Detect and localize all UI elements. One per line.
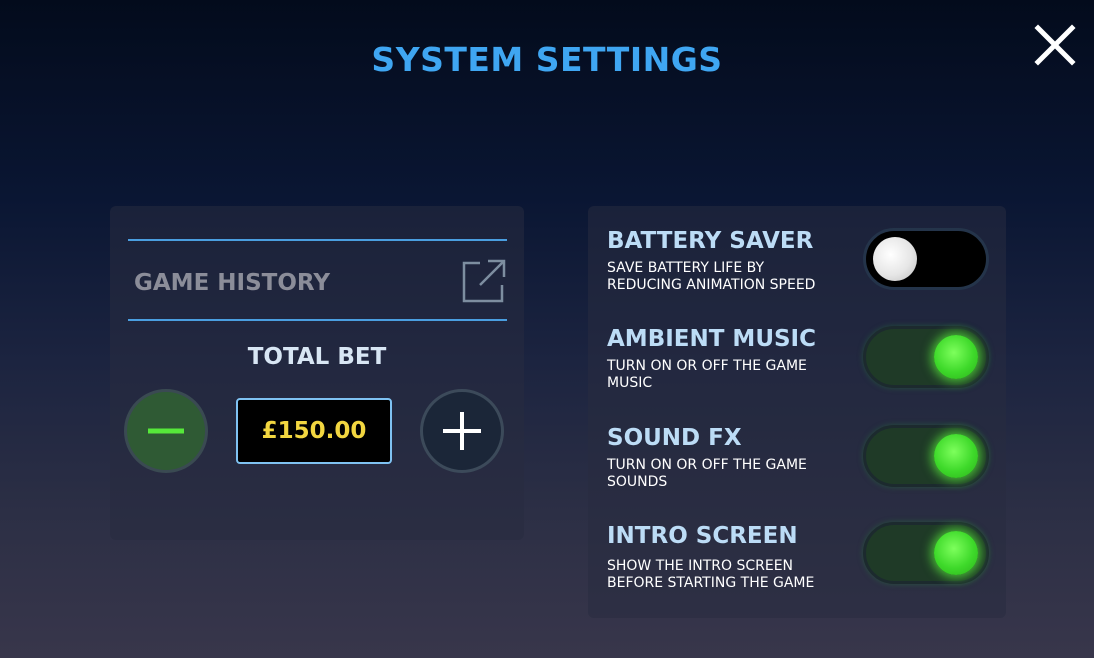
- intro-screen-toggle[interactable]: [863, 522, 989, 584]
- external-link-icon: [462, 259, 506, 303]
- battery-saver-title: BATTERY SAVER: [607, 228, 814, 254]
- game-history-label: GAME HISTORY: [134, 270, 331, 296]
- toggle-knob: [873, 237, 917, 281]
- toggle-knob: [934, 335, 978, 379]
- toggle-knob: [934, 434, 978, 478]
- total-bet-label: TOTAL BET: [247, 344, 387, 370]
- close-button[interactable]: [1028, 18, 1082, 72]
- close-icon: [1034, 24, 1076, 66]
- toggle-knob: [934, 531, 978, 575]
- sound-fx-description: TURN ON OR OFF THE GAME SOUNDS: [607, 457, 807, 490]
- ambient-music-description: TURN ON OR OFF THE GAME MUSIC: [607, 358, 807, 391]
- battery-saver-description: SAVE BATTERY LIFE BY REDUCING ANIMATION S…: [607, 260, 816, 293]
- decrease-bet-button[interactable]: [124, 389, 208, 473]
- game-history-link[interactable]: GAME HISTORY: [128, 239, 507, 321]
- increase-bet-button[interactable]: [420, 389, 504, 473]
- page-title: SYSTEM SETTINGS: [371, 40, 723, 79]
- minus-icon: [148, 428, 184, 434]
- intro-screen-description: SHOW THE INTRO SCREEN BEFORE STARTING THE…: [607, 558, 815, 591]
- sound-fx-title: SOUND FX: [607, 425, 742, 451]
- plus-icon: [443, 412, 481, 450]
- sound-fx-toggle[interactable]: [863, 425, 989, 487]
- battery-saver-toggle[interactable]: [863, 228, 989, 290]
- bet-amount-display: £150.00: [236, 398, 392, 464]
- ambient-music-toggle[interactable]: [863, 326, 989, 388]
- intro-screen-title: INTRO SCREEN: [607, 523, 798, 549]
- ambient-music-title: AMBIENT MUSIC: [607, 326, 816, 352]
